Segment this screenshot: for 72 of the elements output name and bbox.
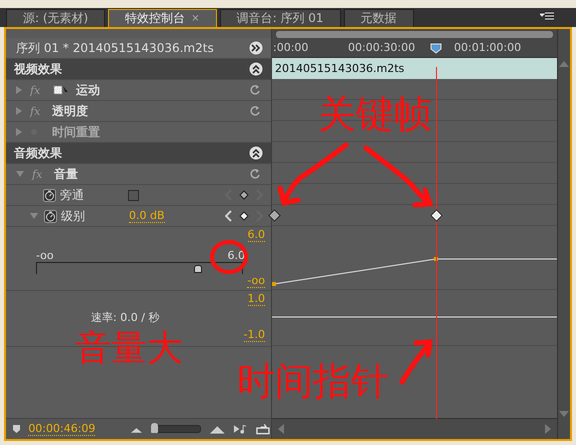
panel-tab[interactable]: 调音台: 序列 01 bbox=[220, 9, 341, 27]
effect-name: 时间重置 bbox=[52, 124, 100, 140]
annotation-arrow bbox=[400, 339, 433, 384]
slider-thumb[interactable] bbox=[194, 265, 202, 273]
export-icon bbox=[256, 423, 272, 435]
annotation-arrow bbox=[278, 142, 348, 206]
expand-triangle[interactable] bbox=[16, 128, 22, 136]
effect-name: 运动 bbox=[76, 82, 100, 98]
stopwatch-icon[interactable] bbox=[43, 188, 56, 202]
expand-triangle[interactable] bbox=[30, 213, 38, 219]
show-timeline-icon[interactable] bbox=[249, 41, 263, 55]
slider-min-label: -oo bbox=[36, 249, 54, 262]
scroll-up-icon[interactable] bbox=[559, 61, 569, 67]
add-keyframe-icon[interactable] bbox=[239, 190, 249, 200]
clip-name: 20140515143036.m2ts bbox=[275, 62, 404, 75]
effect-name: 透明度 bbox=[52, 102, 88, 120]
reset-icon[interactable] bbox=[249, 84, 261, 96]
panel-tab[interactable]: 源: (无素材) bbox=[6, 9, 106, 27]
horizontal-scrollbar[interactable] bbox=[272, 418, 557, 439]
panel-tab[interactable]: 特效控制台 × bbox=[108, 9, 217, 27]
scroll-left-icon[interactable] bbox=[278, 424, 284, 434]
motion-icon[interactable] bbox=[52, 84, 70, 96]
annotation-arrow bbox=[364, 146, 434, 208]
ruler-timecode: 00:01:00:00 bbox=[454, 41, 522, 54]
clip-bar[interactable]: 20140515143036.m2ts bbox=[272, 58, 557, 79]
zoom-thumb[interactable] bbox=[151, 423, 158, 433]
add-keyframe-icon[interactable] bbox=[239, 211, 249, 221]
ruler-timecode: :00:00 bbox=[273, 41, 308, 54]
timecode[interactable]: 00:00:46:09 bbox=[28, 422, 96, 436]
playhead-line[interactable] bbox=[436, 67, 437, 419]
slider-max-label: 6.0 bbox=[228, 249, 245, 262]
graph-max-label: 6.0 bbox=[248, 229, 265, 242]
fx-label: fx bbox=[30, 84, 42, 96]
annotation-text: 音量大 bbox=[75, 331, 183, 367]
vertical-scrollbar[interactable] bbox=[557, 29, 570, 439]
reset-icon[interactable] bbox=[249, 168, 261, 180]
annotation-circle bbox=[210, 240, 248, 274]
rate-min-label: -1.0 bbox=[244, 329, 265, 342]
close-icon[interactable]: × bbox=[191, 13, 200, 24]
play-audio-icon bbox=[233, 423, 248, 435]
panel-menu-icon[interactable] bbox=[540, 12, 554, 22]
expand-triangle[interactable] bbox=[16, 86, 22, 94]
keyframe-marker[interactable] bbox=[430, 209, 443, 222]
annotation-text: 关键帧 bbox=[318, 95, 432, 133]
section-title: 音频效果 bbox=[14, 144, 62, 162]
ruler-timecode: 00:00:30:00 bbox=[348, 41, 416, 54]
scroll-down-icon[interactable] bbox=[559, 411, 569, 417]
collapse-icon[interactable] bbox=[249, 62, 263, 76]
effect-name: 音量 bbox=[54, 166, 78, 182]
zoom-slider[interactable] bbox=[150, 425, 201, 433]
expand-triangle[interactable] bbox=[16, 107, 22, 115]
checkbox[interactable] bbox=[128, 190, 139, 200]
graph-min-label: -oo bbox=[247, 275, 265, 288]
annotation-text: 时间指针 bbox=[237, 362, 389, 400]
collapse-icon[interactable] bbox=[249, 146, 263, 160]
marker-icon bbox=[12, 424, 20, 434]
scroll-right-icon[interactable] bbox=[545, 424, 551, 434]
param-name: 级别 bbox=[61, 208, 85, 224]
expand-triangle[interactable] bbox=[16, 171, 24, 177]
param-name: 旁通 bbox=[60, 186, 84, 204]
rate-max-label: 1.0 bbox=[248, 293, 265, 306]
fx-label: fx bbox=[32, 168, 44, 180]
fx-label: fx bbox=[30, 104, 42, 118]
playhead-handle[interactable] bbox=[430, 42, 442, 54]
level-value[interactable]: 0.0 dB bbox=[129, 210, 165, 222]
reset-icon[interactable] bbox=[249, 105, 261, 117]
section-title: 视频效果 bbox=[14, 60, 62, 78]
rate-label: 速率: 0.0 / 秒 bbox=[91, 310, 160, 325]
stopwatch-icon[interactable] bbox=[44, 210, 57, 222]
panel-tab[interactable]: 元数据 bbox=[344, 9, 414, 27]
level-slider[interactable] bbox=[36, 262, 243, 274]
sequence-title: 序列 01 * 20140515143036.m2ts bbox=[16, 40, 214, 56]
